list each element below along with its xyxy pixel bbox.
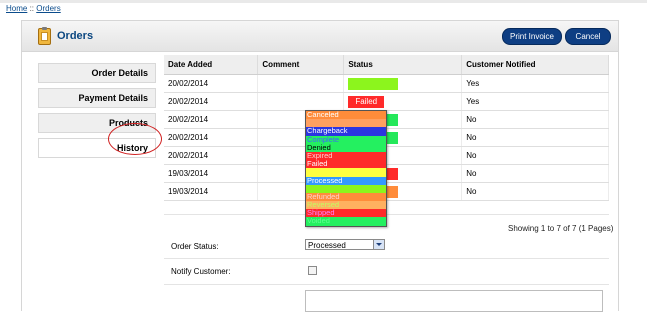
top-bar [0, 0, 647, 3]
print-invoice-button[interactable]: Print Invoice [502, 28, 562, 45]
status-option[interactable]: Failed [306, 160, 386, 169]
notify-customer-checkbox[interactable] [308, 266, 317, 275]
cell-customer-notified: No [461, 146, 609, 165]
status-option[interactable]: Complete [306, 135, 386, 144]
breadcrumb-home-link[interactable]: Home [6, 4, 27, 13]
cell-customer-notified: No [461, 110, 609, 129]
page-title: Orders [57, 30, 94, 42]
cell-status [343, 74, 463, 93]
table-row: 20/02/2014 Failed Yes [164, 92, 609, 111]
tab-order-details[interactable]: Order Details [38, 63, 156, 83]
status-option[interactable]: Denied [306, 143, 386, 152]
cell-status: Failed [343, 92, 463, 111]
comment-textarea[interactable] [305, 290, 603, 312]
order-status-selected-value: Processed [308, 241, 346, 250]
cell-date-added: 19/03/2014 [164, 164, 259, 183]
status-option[interactable] [306, 119, 386, 128]
status-badge: Failed [348, 95, 385, 108]
column-header-customer-notified: Customer Notified [461, 55, 609, 75]
tab-payment-details[interactable]: Payment Details [38, 88, 156, 108]
cell-date-added: 20/02/2014 [164, 74, 259, 93]
cell-customer-notified: No [461, 128, 609, 147]
order-status-label: Order Status: [171, 242, 219, 251]
status-option[interactable]: Voided [306, 217, 386, 226]
cell-customer-notified: Yes [461, 92, 609, 111]
cell-date-added: 20/02/2014 [164, 92, 259, 111]
cell-customer-notified: Yes [461, 74, 609, 93]
status-option[interactable]: Expired [306, 151, 386, 161]
column-header-status: Status [343, 55, 463, 75]
breadcrumb-orders-link[interactable]: Orders [36, 4, 60, 13]
status-badge [348, 77, 399, 90]
cell-date-added: 20/02/2014 [164, 128, 259, 147]
cell-comment [257, 74, 345, 93]
cell-date-added: 20/02/2014 [164, 110, 259, 129]
notify-customer-label: Notify Customer: [171, 267, 231, 276]
cell-date-added: 20/02/2014 [164, 146, 259, 165]
highlight-annotation [108, 123, 162, 155]
notify-customer-row: Notify Customer: [164, 258, 609, 285]
breadcrumb: Home :: Orders [6, 4, 61, 13]
status-option[interactable]: Canceled [306, 111, 386, 120]
clipboard-icon [38, 27, 51, 45]
column-header-comment: Comment [257, 55, 345, 75]
order-status-select[interactable]: Processed [305, 239, 385, 250]
breadcrumb-separator: :: [29, 4, 35, 13]
cell-customer-notified: No [461, 164, 609, 183]
column-header-date-added: Date Added [164, 55, 259, 75]
panel-header: Orders Print Invoice Cancel [22, 21, 618, 52]
cell-comment [257, 92, 345, 111]
status-option[interactable] [306, 168, 386, 177]
table-header-row: Date Added Comment Status Customer Notif… [164, 55, 609, 75]
status-option[interactable]: Reversed [306, 201, 386, 210]
status-option[interactable]: Shipped [306, 209, 386, 218]
status-option[interactable]: Processed [306, 176, 386, 185]
cell-customer-notified: No [461, 182, 609, 201]
status-option[interactable]: Refunded [306, 192, 386, 202]
status-option[interactable]: Chargeback [306, 127, 386, 136]
chevron-down-icon[interactable] [373, 240, 384, 249]
cell-date-added: 19/03/2014 [164, 182, 259, 201]
status-option[interactable] [306, 184, 386, 193]
cancel-button[interactable]: Cancel [565, 28, 611, 45]
table-row: 20/02/2014 Yes [164, 74, 609, 93]
order-status-dropdown-list: Canceled Chargeback Complete Denied Expired F… [305, 110, 387, 227]
